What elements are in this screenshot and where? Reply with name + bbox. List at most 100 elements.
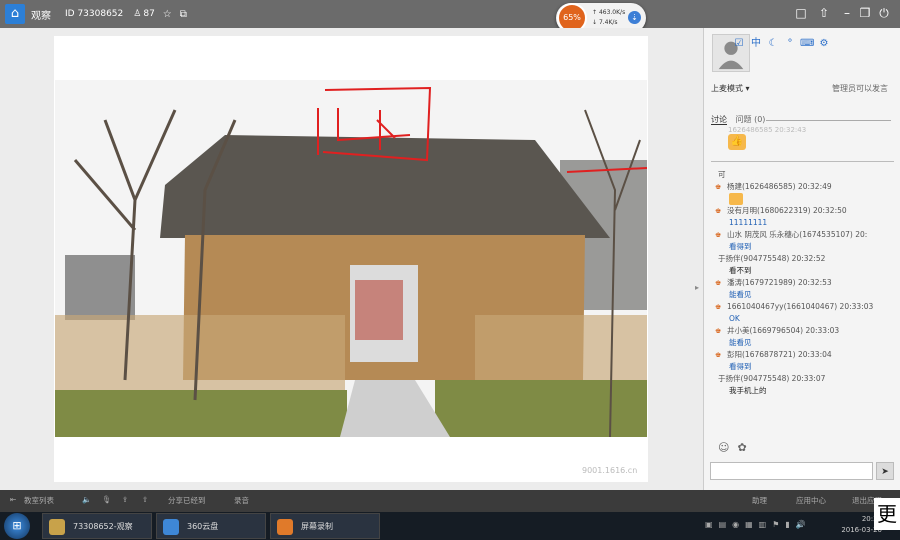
tray-icon[interactable]: ▥ — [759, 520, 767, 529]
taskbar-app-classroom[interactable]: 73308652-观察 — [42, 513, 152, 539]
punctuation-icon[interactable]: ° — [783, 37, 797, 51]
volume-icon[interactable]: 🔊 — [796, 520, 806, 529]
manager-note: 管理员可以发言 — [832, 84, 888, 93]
minimize-icon[interactable]: – — [840, 6, 854, 20]
message-body: 能看见 — [704, 337, 900, 349]
tray-icon[interactable]: ▦ — [745, 520, 753, 529]
message-list[interactable]: 可 ♚ 杨建(1626486585) 20:32:49 ♚ 没有月明(168062231… — [704, 169, 900, 397]
bottom-toolbar: ⇤ 教室列表 🔈 🎙 ⇪ ⇧ 分享已经到 录音 助理 应用中心 退出应用 — [0, 490, 900, 512]
user-badge-icon: ♚ — [715, 231, 722, 239]
message-text: 彭阳(1676878721) 20:33:04 — [727, 350, 832, 359]
chat-input[interactable] — [710, 462, 873, 480]
power-icon[interactable]: ⏻ — [877, 6, 891, 20]
share-icon[interactable]: ⇧ — [142, 495, 148, 504]
screen-icon[interactable]: ⧉ — [180, 9, 187, 20]
message-text: 能看见 — [729, 338, 752, 347]
message-header: ♚ 杨建(1626486585) 20:32:49 — [704, 181, 900, 193]
tray-icon[interactable]: ⚑ — [772, 520, 779, 529]
message-body: OK — [704, 313, 900, 325]
tab-divider — [766, 120, 891, 121]
message-text: 11111111 — [729, 218, 768, 227]
upload-icon[interactable]: ⇪ — [122, 495, 128, 504]
message-body: 能看见 — [704, 289, 900, 301]
room-id: ID 73308652 — [65, 9, 124, 19]
message-text: 没有月明(1680622319) 20:32:50 — [727, 206, 847, 215]
message-body: 我手机上的 — [704, 385, 900, 397]
message-header: ♚ 彭阳(1676878721) 20:33:04 — [704, 349, 900, 361]
shared-photo — [55, 80, 647, 437]
message-header: ♚ 山水 阴茂风 乐永穗心(1674535107) 20: — [704, 229, 900, 241]
message-text: 山水 阴茂风 乐永穗心(1674535107) 20: — [727, 230, 868, 239]
send-button[interactable]: ➤ — [876, 462, 894, 480]
home-icon[interactable]: ⌂ — [5, 4, 25, 24]
user-badge-icon: ♚ — [715, 351, 722, 359]
message-header: ♚ 1661040467yy(1661040467) 20:33:03 — [704, 301, 900, 313]
watermark: 9001.1616.cn — [582, 466, 638, 475]
message-header: ♚ 潘涛(1679721989) 20:32:53 — [704, 277, 900, 289]
skin-icon[interactable]: □ — [794, 6, 808, 20]
wave-emoji — [704, 193, 900, 205]
message-text: 于扬伴(904775548) 20:32:52 — [718, 254, 826, 263]
message-header: 可 — [704, 169, 900, 181]
network-icon[interactable]: ▮ — [785, 520, 789, 529]
message-text: 于扬伴(904775548) 20:33:07 — [718, 374, 826, 383]
checkin-icon[interactable]: ☑ — [732, 37, 746, 51]
keyboard-icon[interactable]: ⌨ — [800, 37, 814, 51]
user-badge-icon: ♚ — [715, 183, 722, 191]
system-tray: ▣ ▤ ◉ ▦ ▥ ⚑ ▮ 🔊 — [705, 520, 806, 529]
message-body: 11111111 — [704, 217, 900, 229]
message-text: 1661040467yy(1661040467) 20:33:03 — [727, 302, 874, 311]
flower-icon[interactable]: ✿ — [737, 441, 746, 454]
tab-discuss[interactable]: 讨论 — [711, 115, 727, 125]
start-button[interactable]: ⊞ — [4, 513, 30, 539]
tab-questions-count: (0) — [754, 115, 766, 124]
tab-questions[interactable]: 问题 — [736, 115, 752, 124]
mic-icon[interactable]: 🎙 — [102, 495, 112, 504]
message-header: 于扬伴(904775548) 20:33:07 — [704, 373, 900, 385]
chinese-input-icon[interactable]: 中 — [749, 37, 763, 51]
tray-icon[interactable]: ▤ — [719, 520, 727, 529]
message-text: 看得到 — [729, 362, 752, 371]
message-header: 于扬伴(904775548) 20:32:52 — [704, 253, 900, 265]
download-speed: ↓ 7.4K/s — [592, 19, 618, 26]
list-icon[interactable]: ⇤ — [10, 495, 16, 504]
message-body: 看得到 — [704, 361, 900, 373]
user-count-icon: ♙ — [133, 9, 142, 19]
app-center-button[interactable]: 应用中心 — [796, 495, 826, 506]
favorite-icon[interactable]: ☆ — [163, 9, 172, 20]
user-count: 87 — [143, 9, 155, 19]
tray-icon[interactable]: ▣ — [705, 520, 713, 529]
panel-toolbar: ☑ 中 ☾ ° ⌨ ⚙ — [732, 37, 831, 51]
upload-speed: ↑ 463.0K/s — [592, 9, 626, 16]
moon-icon[interactable]: ☾ — [766, 37, 780, 51]
taskbar-app-360[interactable]: 360云盘 — [156, 513, 266, 539]
message-text: 可 — [718, 170, 726, 179]
share-button[interactable]: 分享已经到 — [168, 495, 206, 506]
help-button[interactable]: 助理 — [752, 495, 767, 506]
settings-icon[interactable]: ⚙ — [817, 37, 831, 51]
tray-icon[interactable]: ◉ — [732, 520, 739, 529]
taskbar-app-recorder[interactable]: 屏幕录制 — [270, 513, 380, 539]
message-text: OK — [729, 314, 740, 323]
user-badge-icon: ♚ — [715, 279, 722, 287]
message-text: 能看见 — [729, 290, 752, 299]
previous-message-header: 1626486585 20:32:43 — [728, 126, 807, 134]
accelerate-icon[interactable]: ⇣ — [628, 11, 641, 24]
restore-icon[interactable]: ❐ — [858, 6, 872, 20]
corner-glyph: 更 — [874, 498, 900, 530]
hat-icon[interactable]: ⇧ — [817, 6, 831, 20]
thumbs-up-icon: 👍 — [728, 134, 746, 150]
message-text: 井小美(1669796504) 20:33:03 — [727, 326, 840, 335]
message-text: 杨建(1626486585) 20:32:49 — [727, 182, 832, 191]
taskbar: ⊞ 73308652-观察 360云盘 屏幕录制 ▣ ▤ ◉ ▦ ▥ ⚑ ▮ 🔊… — [0, 512, 900, 540]
title-bar: ⌂ 观察 ID 73308652 ♙ 87 ☆ ⧉ □ ⇧ – ❐ ⏻ — [0, 0, 900, 28]
chat-tabs: 讨论 问题 (0) — [711, 114, 765, 125]
message-body: 看不到 — [704, 265, 900, 277]
mic-mode-select[interactable]: 上麦模式 ▾ — [711, 83, 750, 94]
collapse-panel-icon[interactable]: ▸ — [695, 283, 699, 292]
emoji-icon[interactable]: ☺ — [718, 441, 729, 454]
class-list-button[interactable]: 教室列表 — [24, 495, 54, 506]
speaker-icon[interactable]: 🔈 — [82, 495, 91, 504]
user-badge-icon: ♚ — [715, 327, 722, 335]
record-button[interactable]: 录音 — [234, 495, 249, 506]
